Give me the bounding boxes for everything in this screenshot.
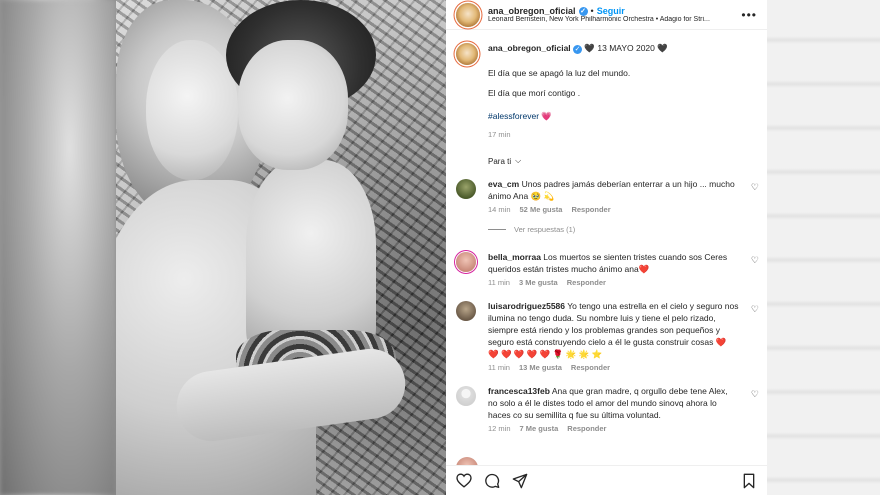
chevron-down-icon: ⌵ — [515, 156, 522, 165]
post-photo[interactable] — [116, 0, 446, 495]
post-caption: ana_obregon_oficial ✓ 🖤 13 MAYO 2020 🖤 E… — [446, 30, 767, 139]
comment-body: bella_morraa Los muertos se sienten tris… — [488, 251, 757, 287]
heart-icon[interactable]: ♡ — [751, 389, 759, 400]
view-replies-label: Ver respuestas (1) — [514, 225, 576, 234]
caption-username[interactable]: ana_obregon_oficial — [488, 43, 571, 53]
comment-avatar[interactable] — [456, 386, 476, 406]
comment-body: eva_cm Unos padres jamás deberían enterr… — [488, 178, 757, 214]
comment-likes[interactable]: 13 Me gusta — [519, 363, 562, 372]
comment-time: 12 min — [488, 424, 511, 433]
verified-icon: ✓ — [578, 6, 588, 16]
blurred-background-right — [767, 0, 880, 495]
heart-icon[interactable] — [456, 473, 472, 489]
reply-button[interactable]: Responder — [567, 424, 606, 433]
black-heart-icon: 🖤 — [657, 43, 668, 53]
post-header-title-row: ana_obregon_oficial ✓ • Seguir — [488, 6, 741, 16]
author-avatar[interactable] — [456, 2, 480, 27]
comment-meta: 11 min 3 Me gusta Responder — [488, 278, 739, 287]
comment-filter-label: Para ti — [488, 156, 512, 166]
comment-username[interactable]: eva_cm — [488, 179, 519, 189]
author-username[interactable]: ana_obregon_oficial — [488, 6, 576, 16]
comment-time: 14 min — [488, 205, 511, 214]
comment-text: luisarodriguez5586 Yo tengo una estrella… — [488, 300, 739, 360]
header-separator: • — [590, 6, 594, 16]
hashtag-link[interactable]: #alessforever — [488, 111, 539, 121]
audio-track-link[interactable]: Leonard Bernstein, New York Philharmonic… — [488, 16, 741, 23]
caption-date: 13 MAYO 2020 — [597, 43, 655, 53]
verified-icon: ✓ — [573, 45, 583, 54]
comment-username[interactable]: luisarodriguez5586 — [488, 301, 565, 311]
reply-button[interactable]: Responder — [571, 363, 610, 372]
heart-icon[interactable]: ♡ — [751, 255, 759, 266]
replies-divider — [488, 229, 506, 230]
comment-likes[interactable]: 3 Me gusta — [519, 278, 558, 287]
comment-item: bella_morraa Los muertos se sienten tris… — [446, 251, 767, 287]
share-icon[interactable] — [512, 473, 528, 489]
photo-woman-face — [146, 40, 238, 180]
comment-meta: 11 min 13 Me gusta Responder — [488, 363, 739, 372]
comment-avatar[interactable] — [456, 301, 476, 321]
caption-time: 17 min — [488, 130, 511, 139]
caption-body: ana_obregon_oficial ✓ 🖤 13 MAYO 2020 🖤 E… — [488, 43, 757, 139]
comment-likes[interactable]: 7 Me gusta — [520, 424, 559, 433]
comment-avatar[interactable] — [456, 179, 476, 199]
reply-button[interactable]: Responder — [567, 278, 606, 287]
comment-avatar[interactable] — [456, 252, 476, 272]
video-frame: ana_obregon_oficial ✓ • Seguir Leonard B… — [0, 0, 880, 495]
comment-body: luisarodriguez5586 Yo tengo una estrella… — [488, 300, 757, 372]
comment-icon[interactable] — [484, 473, 500, 489]
comment-content: Unos padres jamás deberían enterrar a un… — [488, 179, 735, 201]
reply-button[interactable]: Responder — [571, 205, 610, 214]
comment-item: luisarodriguez5586 Yo tengo una estrella… — [446, 300, 767, 372]
post-header-info: ana_obregon_oficial ✓ • Seguir Leonard B… — [488, 6, 741, 23]
heart-icon[interactable]: ♡ — [751, 304, 759, 315]
comment-item: francesca13feb Ana que gran madre, q org… — [446, 385, 767, 433]
caption-line-2: El día que morí contigo . — [488, 88, 581, 98]
comment-likes[interactable]: 52 Me gusta — [520, 205, 563, 214]
comment-filter[interactable]: Para ti ⌵ — [446, 139, 767, 166]
post-side-panel: ana_obregon_oficial ✓ • Seguir Leonard B… — [446, 0, 767, 495]
comment-username[interactable]: bella_morraa — [488, 252, 541, 262]
caption-hashtag-row: #alessforever 💗 — [488, 111, 757, 122]
comment-body: francesca13feb Ana que gran madre, q org… — [488, 385, 757, 433]
follow-button[interactable]: Seguir — [597, 6, 625, 16]
comment-time: 11 min — [488, 363, 510, 372]
caption-author-avatar[interactable] — [456, 43, 478, 65]
comment-meta: 14 min 52 Me gusta Responder — [488, 205, 739, 214]
pink-heart-icon: 💗 — [541, 111, 552, 121]
comment-meta: 12 min 7 Me gusta Responder — [488, 424, 739, 433]
more-icon[interactable]: ••• — [741, 8, 757, 22]
comment-text: bella_morraa Los muertos se sienten tris… — [488, 251, 739, 275]
caption-title-line: ana_obregon_oficial ✓ 🖤 13 MAYO 2020 🖤 — [488, 43, 757, 54]
blurred-background-left — [0, 0, 116, 495]
post-header: ana_obregon_oficial ✓ • Seguir Leonard B… — [446, 0, 767, 30]
heart-icon[interactable]: ♡ — [751, 182, 759, 193]
caption-line-1: El día que se apagó la luz del mundo. — [488, 68, 631, 78]
comment-text: francesca13feb Ana que gran madre, q org… — [488, 385, 739, 421]
photo-child-face — [238, 40, 348, 170]
black-heart-icon: 🖤 — [584, 43, 596, 53]
post-action-bar — [446, 465, 767, 495]
view-replies-button[interactable]: Ver respuestas (1) — [446, 214, 767, 234]
bookmark-icon[interactable] — [741, 473, 757, 489]
comment-item: eva_cm Unos padres jamás deberían enterr… — [446, 178, 767, 214]
comment-time: 11 min — [488, 278, 510, 287]
comment-username[interactable]: francesca13feb — [488, 386, 550, 396]
comment-text: eva_cm Unos padres jamás deberían enterr… — [488, 178, 739, 202]
